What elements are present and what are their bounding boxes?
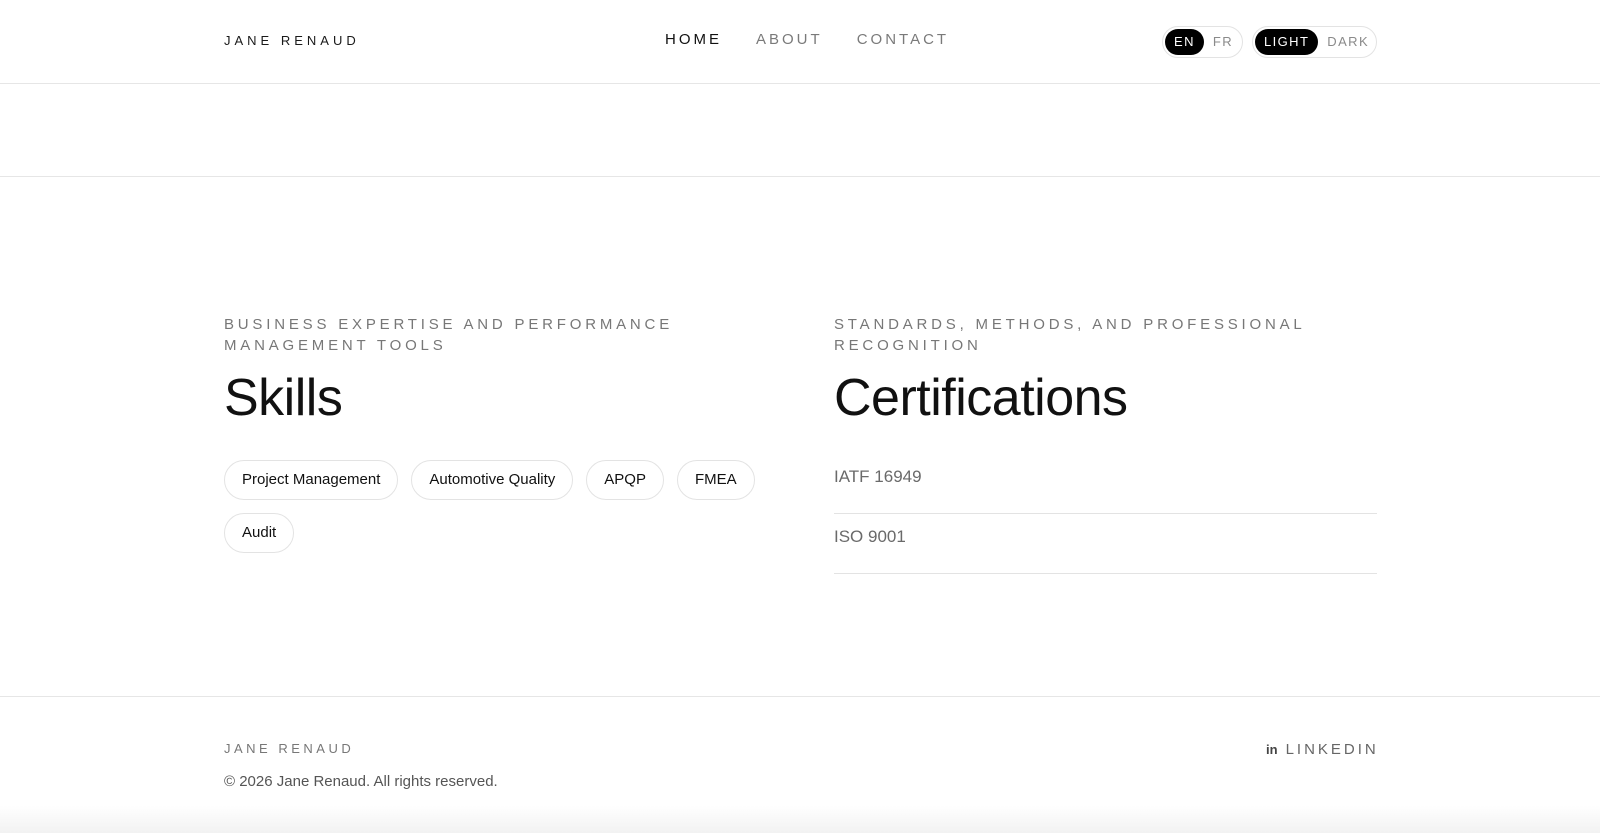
site-header: JANE RENAUD HOME ABOUT CONTACT EN FR LIG… bbox=[0, 0, 1600, 84]
skills-section: BUSINESS EXPERTISE AND PERFORMANCE MANAG… bbox=[224, 314, 764, 553]
skills-list: Project Management Automotive Quality AP… bbox=[224, 460, 764, 553]
language-toggle: EN FR bbox=[1162, 26, 1243, 58]
skills-title: Skills bbox=[224, 369, 343, 427]
certifications-title: Certifications bbox=[834, 369, 1128, 427]
certification-item: ISO 9001 bbox=[834, 514, 1377, 574]
site-footer: JANE RENAUD © 2026 Jane Renaud. All righ… bbox=[0, 696, 1600, 833]
nav-contact[interactable]: CONTACT bbox=[857, 31, 949, 48]
page: JANE RENAUD HOME ABOUT CONTACT EN FR LIG… bbox=[0, 0, 1600, 833]
certifications-section: STANDARDS, METHODS, AND PROFESSIONAL REC… bbox=[834, 314, 1377, 574]
main-nav: HOME ABOUT CONTACT bbox=[665, 31, 983, 48]
certifications-eyebrow: STANDARDS, METHODS, AND PROFESSIONAL REC… bbox=[834, 316, 1306, 354]
copyright-text: © 2026 Jane Renaud. All rights reserved. bbox=[224, 773, 498, 790]
nav-about[interactable]: ABOUT bbox=[756, 31, 823, 48]
certification-item: IATF 16949 bbox=[834, 454, 1377, 514]
skills-eyebrow: BUSINESS EXPERTISE AND PERFORMANCE MANAG… bbox=[224, 316, 673, 354]
skill-chip: Automotive Quality bbox=[411, 460, 574, 500]
linkedin-label: LINKEDIN bbox=[1285, 741, 1379, 758]
language-option-fr[interactable]: FR bbox=[1204, 29, 1242, 55]
theme-toggle: LIGHT DARK bbox=[1252, 26, 1377, 58]
linkedin-icon: in bbox=[1266, 742, 1278, 757]
theme-option-dark[interactable]: DARK bbox=[1318, 29, 1378, 55]
nav-home[interactable]: HOME bbox=[665, 31, 722, 48]
theme-option-light[interactable]: LIGHT bbox=[1255, 29, 1319, 55]
divider-band bbox=[0, 84, 1600, 177]
skill-chip: FMEA bbox=[676, 460, 755, 500]
skill-chip: Audit bbox=[224, 513, 295, 553]
brand-logo[interactable]: JANE RENAUD bbox=[224, 33, 360, 48]
skill-chip: APQP bbox=[586, 460, 664, 500]
language-option-en[interactable]: EN bbox=[1165, 29, 1204, 55]
footer-brand: JANE RENAUD bbox=[224, 741, 355, 756]
certifications-list: IATF 16949 ISO 9001 bbox=[834, 454, 1377, 574]
skill-chip: Project Management bbox=[224, 460, 399, 500]
linkedin-link[interactable]: in LINKEDIN bbox=[1266, 741, 1379, 758]
